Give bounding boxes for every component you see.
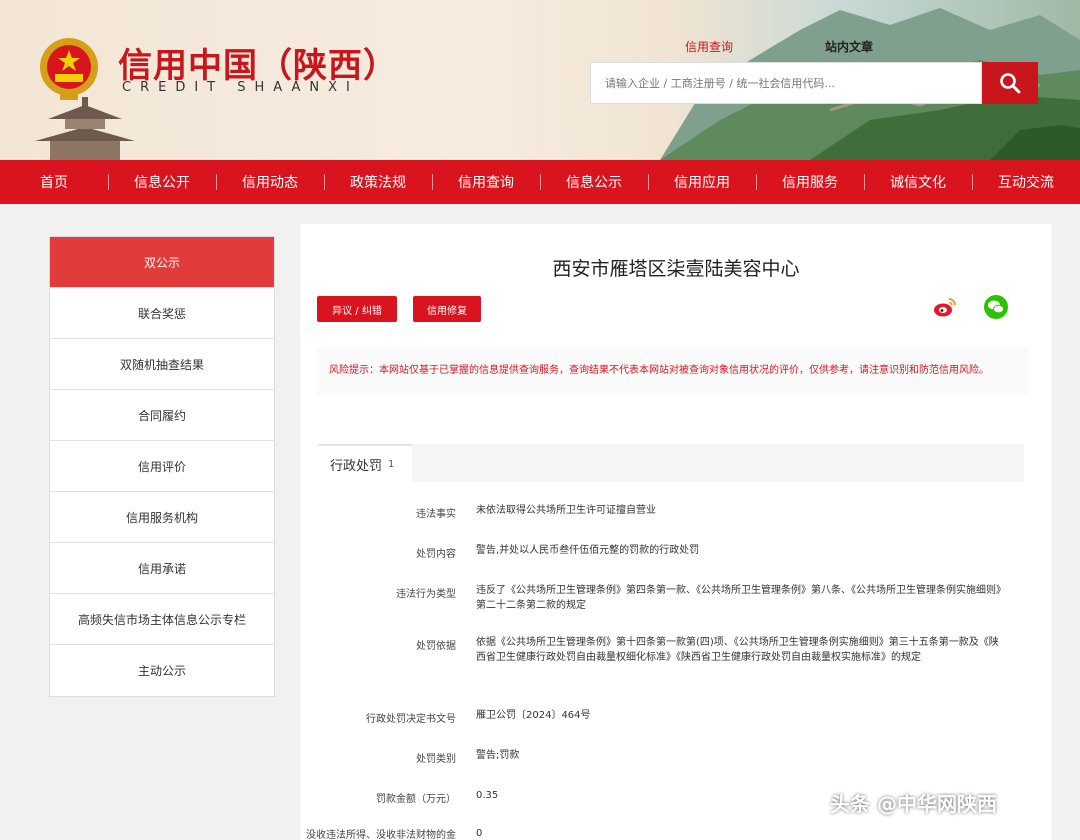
search-input[interactable] [591,63,981,103]
field-label-violation-type: 违法行为类型 [396,589,456,600]
sidebar-item-credit-service-agencies[interactable]: 信用服务机构 [50,492,274,543]
objection-button[interactable]: 异议 / 纠错 [317,296,397,322]
field-label-penalty-category: 处罚类别 [416,754,456,765]
weibo-share-icon[interactable] [932,294,958,320]
nav-policies[interactable]: 政策法规 [324,172,432,192]
sidebar-item-contract-performance[interactable]: 合同履约 [50,390,274,441]
nav-credit-service[interactable]: 信用服务 [756,172,864,192]
field-label-confiscation-amount: 没收违法所得、没收非法财物的金额（万元） [306,830,456,840]
nav-credit-apply[interactable]: 信用应用 [648,172,756,192]
field-value-penalty-content: 警告,并处以人民币叁仟伍佰元整的罚款的行政处罚 [476,545,700,556]
nav-credit-news[interactable]: 信用动态 [216,172,324,192]
search-icon [1000,73,1021,94]
sidebar-item-joint-rewards-punishments[interactable]: 联合奖惩 [50,288,274,339]
site-header: 信用中国（陕西） CREDIT SHAANXI 信用查询 站内文章 [0,0,1080,160]
sidebar-item-dishonest-entities[interactable]: 高频失信市场主体信息公示专栏 [50,594,274,645]
sidebar: 双公示 联合奖惩 双随机抽查结果 合同履约 信用评价 信用服务机构 信用承诺 高… [49,236,275,697]
risk-notice: 风险提示：本网站仅基于已掌握的信息提供查询服务，查询结果不代表本网站对被查询对象… [317,347,1029,395]
source-watermark: 头条 @中华网陕西 [830,792,997,816]
wechat-share-icon[interactable] [983,294,1009,320]
tab-administrative-penalty[interactable]: 行政处罚 1 [318,444,412,482]
sidebar-item-credit-commitment[interactable]: 信用承诺 [50,543,274,594]
field-label-decision-number: 行政处罚决定书文号 [366,714,456,725]
section-count: 1 [388,458,395,470]
field-label-penalty-basis: 处罚依据 [416,641,456,652]
field-value-violation-type: 违反了《公共场所卫生管理条例》第四条第一款、《公共场所卫生管理条例》第八条、《公… [476,585,1006,611]
national-emblem-icon [40,38,98,100]
sidebar-item-credit-evaluation[interactable]: 信用评价 [50,441,274,492]
main-content: 西安市雁塔区柒壹陆美容中心 异议 / 纠错 信用修复 风险提示：本网站仅基于已掌… [300,224,1052,840]
section-tab-bar: 行政处罚 1 [318,444,1024,482]
search-box [590,62,982,104]
nav-info-publicity[interactable]: 信息公示 [540,172,648,192]
nav-credit-query[interactable]: 信用查询 [432,172,540,192]
search-button[interactable] [982,62,1038,104]
pagoda-image [35,97,135,160]
field-value-decision-number: 雁卫公罚〔2024〕464号 [476,710,591,721]
field-label-penalty-content: 处罚内容 [416,549,456,560]
field-value-penalty-category: 警告;罚款 [476,750,520,761]
main-nav: 首页 信息公开 信用动态 政策法规 信用查询 信息公示 信用应用 信用服务 诚信… [0,160,1080,204]
nav-info-open[interactable]: 信息公开 [108,172,216,192]
field-label-violation-fact: 违法事实 [416,509,456,520]
nav-integrity-culture[interactable]: 诚信文化 [864,172,972,192]
site-logo-subtitle: CREDIT SHAANXI [122,80,359,95]
nav-home[interactable]: 首页 [0,172,108,192]
credit-query-link[interactable]: 信用查询 [685,38,733,55]
sidebar-item-double-publicity[interactable]: 双公示 [50,237,274,288]
company-name: 西安市雁塔区柒壹陆美容中心 [552,258,800,280]
site-articles-link[interactable]: 站内文章 [825,38,873,55]
nav-interaction[interactable]: 互动交流 [972,172,1080,192]
field-value-penalty-basis: 依据《公共场所卫生管理条例》第十四条第一款第(四)项、《公共场所卫生管理条例实施… [476,637,999,663]
field-value-confiscation-amount: 0 [476,828,483,839]
field-value-violation-fact: 未依法取得公共场所卫生许可证擅自营业 [476,505,656,516]
sidebar-item-random-inspection[interactable]: 双随机抽查结果 [50,339,274,390]
credit-repair-button[interactable]: 信用修复 [413,296,481,322]
field-label-fine-amount: 罚款金额（万元） [376,794,456,805]
sidebar-item-active-publicity[interactable]: 主动公示 [50,645,274,696]
section-title: 行政处罚 [330,458,383,474]
